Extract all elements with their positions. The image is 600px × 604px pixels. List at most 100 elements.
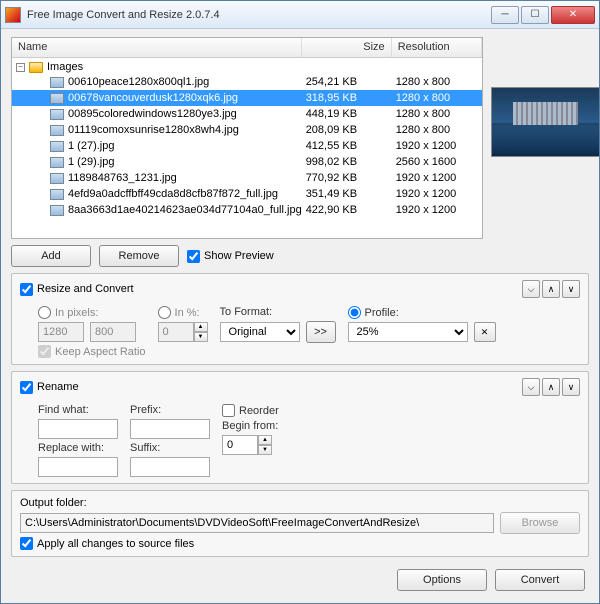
file-area: Name Size Resolution − Images 00610peace… — [11, 37, 589, 239]
format-group: To Format: Original >> — [220, 306, 336, 343]
suffix-input[interactable] — [130, 457, 210, 477]
apply-checkbox[interactable]: Apply all changes to source files — [20, 537, 580, 550]
file-resolution: 1280 x 800 — [392, 124, 482, 136]
minimize-button[interactable]: ─ — [491, 6, 519, 24]
rename-input[interactable] — [20, 381, 33, 394]
move-up-icon[interactable]: ∧ — [542, 378, 560, 396]
table-row[interactable]: 8aa3663d1ae40214623ae034d77104a0_full.jp… — [12, 202, 482, 218]
tree-root[interactable]: − Images — [12, 60, 482, 74]
footer: Options Convert — [11, 563, 589, 595]
spin-up-icon[interactable]: ▲ — [194, 322, 208, 332]
image-icon — [50, 173, 64, 184]
table-row[interactable]: 00678vancouverdusk1280xqk6.jpg318,95 KB1… — [12, 90, 482, 106]
find-group: Find what: Replace with: — [38, 404, 118, 477]
resize-title: Resize and Convert — [37, 283, 134, 295]
rename-title: Rename — [37, 381, 79, 393]
file-size: 254,21 KB — [302, 76, 392, 88]
col-name-header[interactable]: Name — [12, 38, 302, 57]
resize-checkbox[interactable]: Resize and Convert — [20, 283, 522, 296]
list-toolbar: Add Remove Show Preview — [11, 245, 589, 267]
table-row[interactable]: 00610peace1280x800ql1.jpg254,21 KB1280 x… — [12, 74, 482, 90]
keep-ratio-checkbox[interactable]: Keep Aspect Ratio — [38, 345, 146, 358]
file-size: 318,95 KB — [302, 92, 392, 104]
pixels-radio[interactable]: In pixels: — [38, 306, 146, 319]
root-folder-label: Images — [47, 61, 83, 73]
show-preview-checkbox[interactable]: Show Preview — [187, 250, 274, 263]
width-input[interactable] — [38, 322, 84, 342]
file-size: 998,02 KB — [302, 156, 392, 168]
titlebar: Free Image Convert and Resize 2.0.7.4 ─ … — [1, 1, 599, 29]
spin-down-icon[interactable]: ▼ — [194, 332, 208, 342]
file-name: 1189848763_1231.jpg — [68, 172, 177, 184]
convert-button[interactable]: Convert — [495, 569, 585, 591]
height-input[interactable] — [90, 322, 136, 342]
image-icon — [50, 141, 64, 152]
replace-input[interactable] — [38, 457, 118, 477]
show-preview-input[interactable] — [187, 250, 200, 263]
file-size: 422,90 KB — [302, 204, 392, 216]
move-up-icon[interactable]: ∧ — [542, 280, 560, 298]
add-button[interactable]: Add — [11, 245, 91, 267]
table-row[interactable]: 1 (27).jpg412,55 KB1920 x 1200 — [12, 138, 482, 154]
resize-panel-body: In pixels: Keep Aspect Ratio In %: ▲▼ T — [20, 302, 580, 358]
rename-panel-head: Rename ⌵ ∧ ∨ — [20, 378, 580, 396]
percent-spinner[interactable]: ▲▼ — [158, 322, 208, 342]
file-size: 448,19 KB — [302, 108, 392, 120]
resize-panel: Resize and Convert ⌵ ∧ ∨ In pixels: Keep… — [11, 273, 589, 365]
go-button[interactable]: >> — [306, 321, 336, 343]
collapse-icon[interactable]: − — [16, 63, 25, 72]
maximize-button[interactable]: ☐ — [521, 6, 549, 24]
delete-profile-icon[interactable]: ✕ — [474, 322, 496, 342]
image-icon — [50, 157, 64, 168]
reorder-checkbox[interactable]: Reorder — [222, 404, 279, 417]
file-name: 1 (29).jpg — [68, 156, 114, 168]
spin-down-icon[interactable]: ▼ — [258, 445, 272, 455]
rename-checkbox[interactable]: Rename — [20, 381, 522, 394]
table-row[interactable]: 01119comoxsunrise1280x8wh4.jpg208,09 KB1… — [12, 122, 482, 138]
close-button[interactable]: ✕ — [551, 6, 595, 24]
table-row[interactable]: 00895coloredwindows1280ye3.jpg 448,19 KB1… — [12, 106, 482, 122]
output-label: Output folder: — [20, 497, 580, 509]
col-res-header[interactable]: Resolution — [392, 38, 482, 57]
collapse-up-icon[interactable]: ⌵ — [522, 378, 540, 396]
resize-panel-controls: ⌵ ∧ ∨ — [522, 280, 580, 298]
collapse-up-icon[interactable]: ⌵ — [522, 280, 540, 298]
resize-input[interactable] — [20, 283, 33, 296]
options-button[interactable]: Options — [397, 569, 487, 591]
file-resolution: 1280 x 800 — [392, 92, 482, 104]
spin-up-icon[interactable]: ▲ — [258, 435, 272, 445]
list-body[interactable]: − Images 00610peace1280x800ql1.jpg254,21… — [12, 58, 482, 238]
percent-radio[interactable]: In %: — [158, 306, 208, 319]
image-icon — [50, 77, 64, 88]
output-path[interactable] — [20, 513, 494, 533]
move-down-icon[interactable]: ∨ — [562, 280, 580, 298]
browse-button[interactable]: Browse — [500, 512, 580, 534]
app-icon — [5, 7, 21, 23]
rename-panel-controls: ⌵ ∧ ∨ — [522, 378, 580, 396]
format-select[interactable]: Original — [220, 322, 300, 342]
remove-button[interactable]: Remove — [99, 245, 179, 267]
file-size: 351,49 KB — [302, 188, 392, 200]
prefix-group: Prefix: Suffix: — [130, 404, 210, 477]
file-name: 00895coloredwindows1280ye3.jpg — [68, 108, 237, 120]
profile-select[interactable]: 25% — [348, 322, 468, 342]
reorder-group: Reorder Begin from: ▲▼ — [222, 404, 279, 455]
file-list[interactable]: Name Size Resolution − Images 00610peace… — [11, 37, 483, 239]
table-row[interactable]: 4efd9a0adcffbff49cda8d8cfb87f872_full.jp… — [12, 186, 482, 202]
format-label: To Format: — [220, 306, 336, 318]
profile-group: Profile: 25% ✕ — [348, 306, 496, 342]
file-resolution: 2560 x 1600 — [392, 156, 482, 168]
begin-spinner[interactable]: ▲▼ — [222, 435, 279, 455]
output-panel: Output folder: Browse Apply all changes … — [11, 490, 589, 557]
col-size-header[interactable]: Size — [302, 38, 392, 57]
file-resolution: 1280 x 800 — [392, 108, 482, 120]
table-row[interactable]: 1 (29).jpg 998,02 KB2560 x 1600 — [12, 154, 482, 170]
move-down-icon[interactable]: ∨ — [562, 378, 580, 396]
file-name: 8aa3663d1ae40214623ae034d77104a0_full.jp… — [68, 204, 302, 216]
table-row[interactable]: 1189848763_1231.jpg770,92 KB1920 x 1200 — [12, 170, 482, 186]
file-size: 208,09 KB — [302, 124, 392, 136]
folder-icon — [29, 62, 43, 73]
prefix-input[interactable] — [130, 419, 210, 439]
find-input[interactable] — [38, 419, 118, 439]
profile-radio[interactable]: Profile: — [348, 306, 496, 319]
